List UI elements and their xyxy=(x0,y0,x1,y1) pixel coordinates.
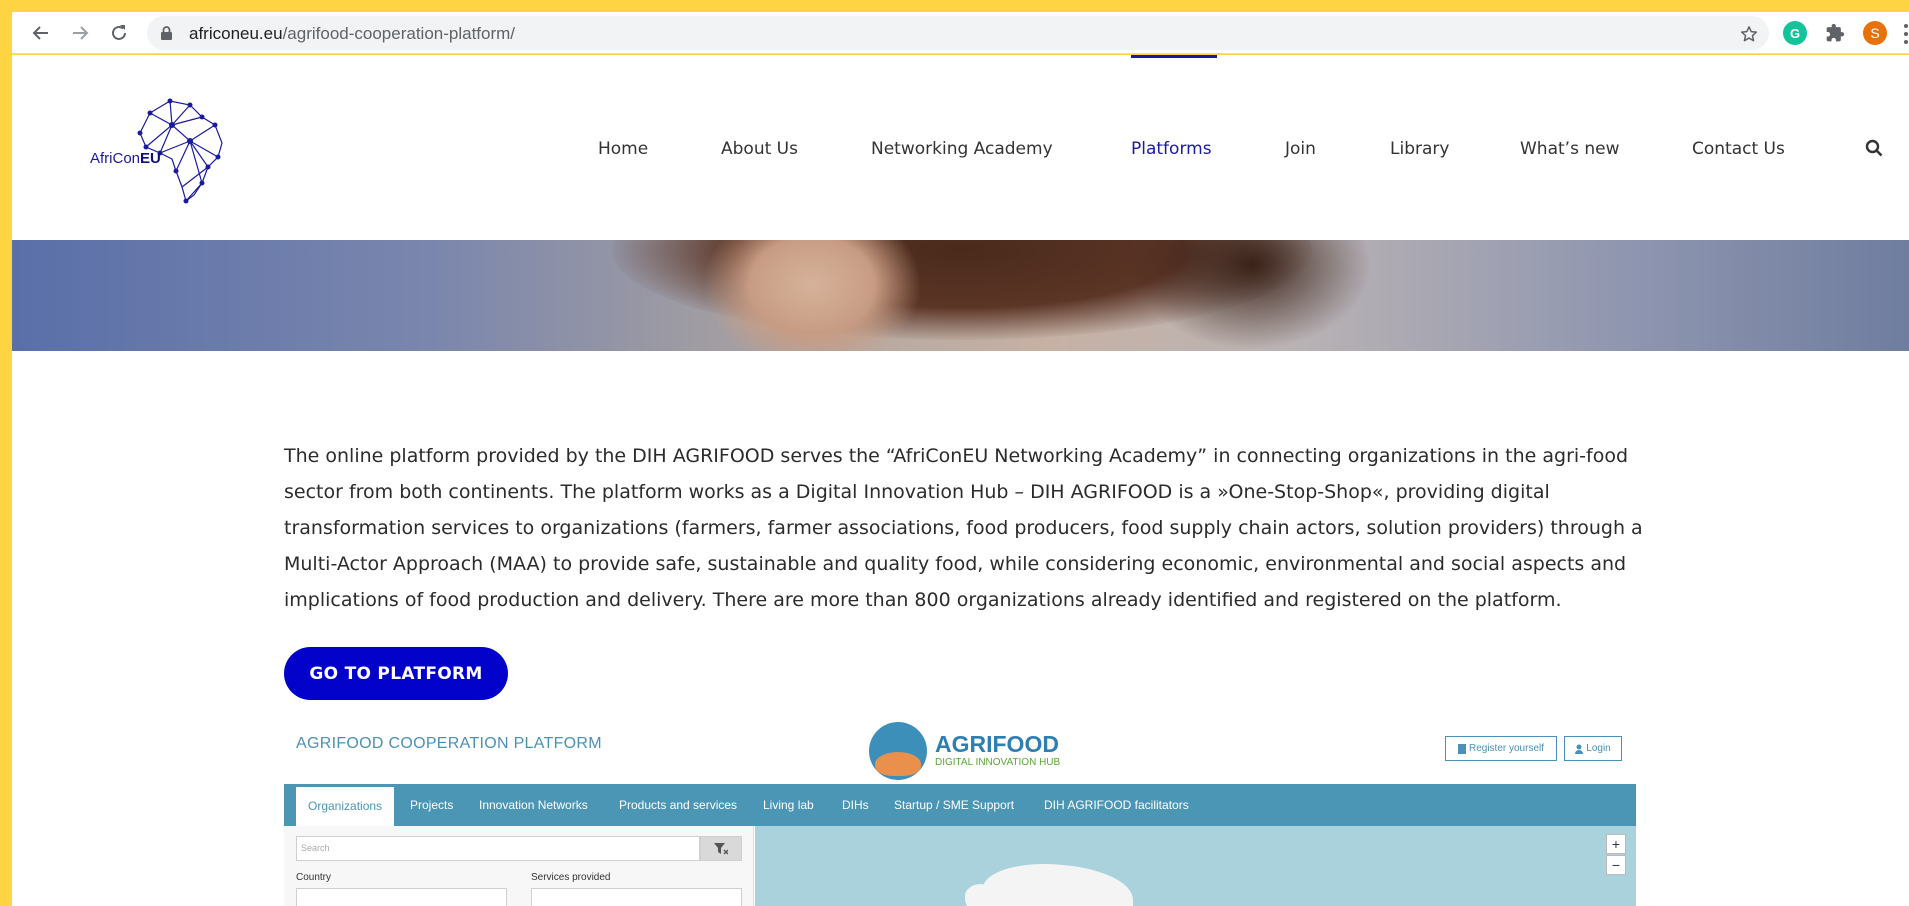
services-provided-label: Services provided xyxy=(531,872,611,883)
hero-banner-image xyxy=(12,240,1909,351)
extensions-button[interactable] xyxy=(1823,21,1847,45)
login-label: Login xyxy=(1586,743,1611,754)
profile-avatar[interactable]: S xyxy=(1863,21,1887,45)
grammarly-extension-button[interactable]: G xyxy=(1783,21,1807,45)
main-navigation: Home About Us Networking Academy Platfor… xyxy=(12,139,1909,169)
tab-products-and-services[interactable]: Products and services xyxy=(619,784,737,826)
star-icon xyxy=(1740,26,1758,42)
register-yourself-button[interactable]: Register yourself xyxy=(1445,736,1557,761)
preview-tab-bar: Organizations Projects Innovation Networ… xyxy=(284,784,1636,826)
tab-organizations[interactable]: Organizations xyxy=(296,787,395,826)
nav-item-join[interactable]: Join xyxy=(1285,139,1316,159)
tab-innovation-networks[interactable]: Innovation Networks xyxy=(479,784,588,826)
map-zoom-in-button[interactable]: + xyxy=(1606,834,1626,854)
active-nav-indicator xyxy=(1131,55,1217,58)
platform-preview-image[interactable]: AGRIFOOD COOPERATION PLATFORM AGRIFOOD D… xyxy=(284,722,1636,906)
map-landmass xyxy=(983,864,1133,906)
preview-filter-panel: Search Country Services provided xyxy=(284,826,754,906)
more-vertical-icon xyxy=(1904,24,1908,28)
filter-icon xyxy=(714,842,728,854)
preview-search-input[interactable]: Search xyxy=(296,836,700,861)
nav-item-networking-academy[interactable]: Networking Academy xyxy=(871,139,1053,159)
preview-filter-button[interactable] xyxy=(700,836,742,861)
document-icon xyxy=(1457,743,1466,754)
agrifood-brand: AGRIFOOD xyxy=(935,731,1059,757)
url-host: africoneu.eu xyxy=(189,24,283,43)
platform-description: The online platform provided by the DIH … xyxy=(284,445,1643,611)
site-header: AfriConEU Home About Us Networking Acade… xyxy=(12,55,1909,240)
forward-arrow-icon xyxy=(73,26,89,40)
tab-dih-agrifood-facilitators[interactable]: DIH AGRIFOOD facilitators xyxy=(1044,784,1189,826)
nav-item-contact-us[interactable]: Contact Us xyxy=(1692,139,1785,159)
preview-map[interactable] xyxy=(755,826,1636,906)
nav-item-home[interactable]: Home xyxy=(598,139,648,159)
url-text[interactable]: africoneu.eu/agrifood-cooperation-platfo… xyxy=(189,24,515,44)
tab-dihs[interactable]: DIHs xyxy=(842,784,869,826)
reload-icon xyxy=(112,25,126,40)
search-icon xyxy=(1865,139,1883,157)
site-search-button[interactable] xyxy=(1865,139,1887,161)
country-label: Country xyxy=(296,872,332,883)
nav-item-about-us[interactable]: About Us xyxy=(721,139,798,159)
agrifood-tagline: DIGITAL INNOVATION HUB xyxy=(935,757,1061,768)
address-bar[interactable]: africoneu.eu/agrifood-cooperation-platfo… xyxy=(147,16,1769,50)
nav-item-platforms[interactable]: Platforms xyxy=(1131,139,1212,159)
tab-living-lab[interactable]: Living lab xyxy=(763,784,814,826)
lock-icon xyxy=(161,26,172,40)
preview-title: AGRIFOOD COOPERATION PLATFORM xyxy=(296,735,602,752)
nav-item-library[interactable]: Library xyxy=(1390,139,1449,159)
forward-button[interactable] xyxy=(65,18,95,48)
bookmark-star-button[interactable] xyxy=(1737,22,1761,46)
agrifood-emblem-icon xyxy=(869,722,927,780)
back-arrow-icon xyxy=(32,26,48,40)
services-select[interactable] xyxy=(531,888,742,906)
url-path: /agrifood-cooperation-platform/ xyxy=(282,24,516,43)
agrifood-logo: AGRIFOOD DIGITAL INNOVATION HUB xyxy=(869,722,1061,784)
profile-initial: S xyxy=(1870,25,1880,41)
go-to-platform-button[interactable]: GO TO PLATFORM xyxy=(284,647,508,700)
user-icon xyxy=(1575,744,1584,754)
puzzle-piece-icon xyxy=(1826,23,1845,42)
tab-startup-sme-support[interactable]: Startup / SME Support xyxy=(894,784,1014,826)
grammarly-icon: G xyxy=(1789,25,1801,41)
map-zoom-out-button[interactable]: − xyxy=(1606,855,1626,875)
browser-menu-button[interactable] xyxy=(1902,24,1909,44)
tab-projects[interactable]: Projects xyxy=(410,784,453,826)
country-select[interactable] xyxy=(296,888,507,906)
nav-item-whats-new[interactable]: What’s new xyxy=(1520,139,1619,159)
login-button[interactable]: Login xyxy=(1564,736,1622,761)
register-label: Register yourself xyxy=(1468,743,1545,754)
web-page: AfriConEU Home About Us Networking Acade… xyxy=(12,55,1909,906)
back-button[interactable] xyxy=(26,18,56,48)
reload-button[interactable] xyxy=(104,18,134,48)
browser-toolbar: africoneu.eu/agrifood-cooperation-platfo… xyxy=(12,12,1909,54)
